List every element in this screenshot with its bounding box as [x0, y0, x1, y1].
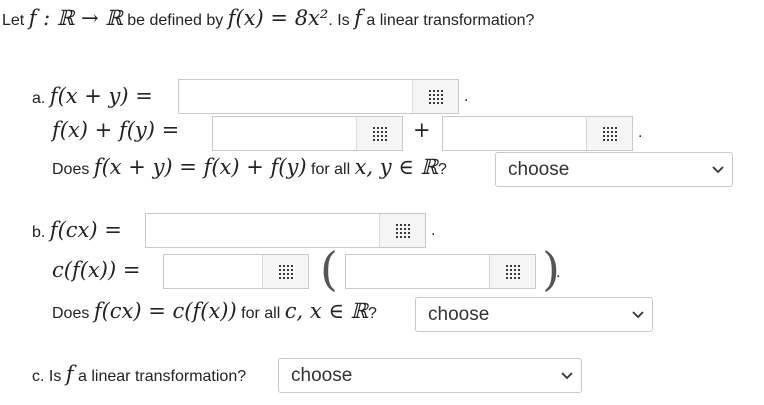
fcx-keypad-button[interactable]: [379, 213, 426, 248]
grid-keypad-icon: [505, 264, 520, 279]
part-a-row1: a. f(x + y) =: [32, 84, 153, 108]
chevron-down-icon: [561, 371, 573, 379]
chevron-down-icon: [712, 165, 724, 173]
question-text: Let f : ℝ → ℝ be defined by f(x) = 8x². …: [2, 6, 535, 30]
cfx-keypad-button[interactable]: [262, 254, 309, 289]
plus-sign: +: [413, 118, 431, 142]
part-c-choice-select[interactable]: choose: [278, 358, 582, 393]
function-definition: f(x) = 8x²: [227, 6, 329, 30]
fcx-answer-input[interactable]: [145, 213, 380, 248]
fxy-keypad-button[interactable]: [412, 79, 459, 114]
part-b-row1: b. f(cx) =: [32, 218, 122, 242]
fx-answer-input[interactable]: [212, 116, 357, 151]
part-b-row2: c(f(x)) =: [52, 258, 141, 282]
part-b-choice-select[interactable]: choose: [415, 297, 653, 332]
part-a-question: Does f(x + y) = f(x) + f(y) for all x, y…: [52, 155, 447, 179]
chevron-down-icon: [632, 310, 644, 318]
part-a-label: a.: [32, 90, 46, 107]
grid-keypad-icon: [372, 126, 387, 141]
part-a-row2: f(x) + f(y) =: [52, 118, 180, 142]
cfx-inner-answer-input[interactable]: [345, 254, 490, 289]
part-c-label: c. Is: [32, 368, 62, 385]
cfx-answer-input[interactable]: [163, 254, 263, 289]
cfx-inner-keypad-button[interactable]: [489, 254, 536, 289]
part-a-choice-select[interactable]: choose: [495, 152, 733, 187]
part-b-question: Does f(cx) = c(f(x)) for all c, x ∈ ℝ?: [52, 299, 377, 323]
fx-keypad-button[interactable]: [356, 116, 403, 151]
fy-answer-input[interactable]: [442, 116, 587, 151]
part-b-label: b.: [32, 224, 46, 241]
left-paren: (: [320, 242, 338, 296]
grid-keypad-icon: [602, 126, 617, 141]
part-c-question: c. Is f a linear transformation?: [32, 362, 247, 386]
grid-keypad-icon: [428, 89, 443, 104]
fy-keypad-button[interactable]: [586, 116, 633, 151]
function-signature: f : ℝ → ℝ: [28, 6, 123, 30]
grid-keypad-icon: [278, 264, 293, 279]
fxy-answer-input[interactable]: [178, 79, 413, 114]
grid-keypad-icon: [395, 223, 410, 238]
